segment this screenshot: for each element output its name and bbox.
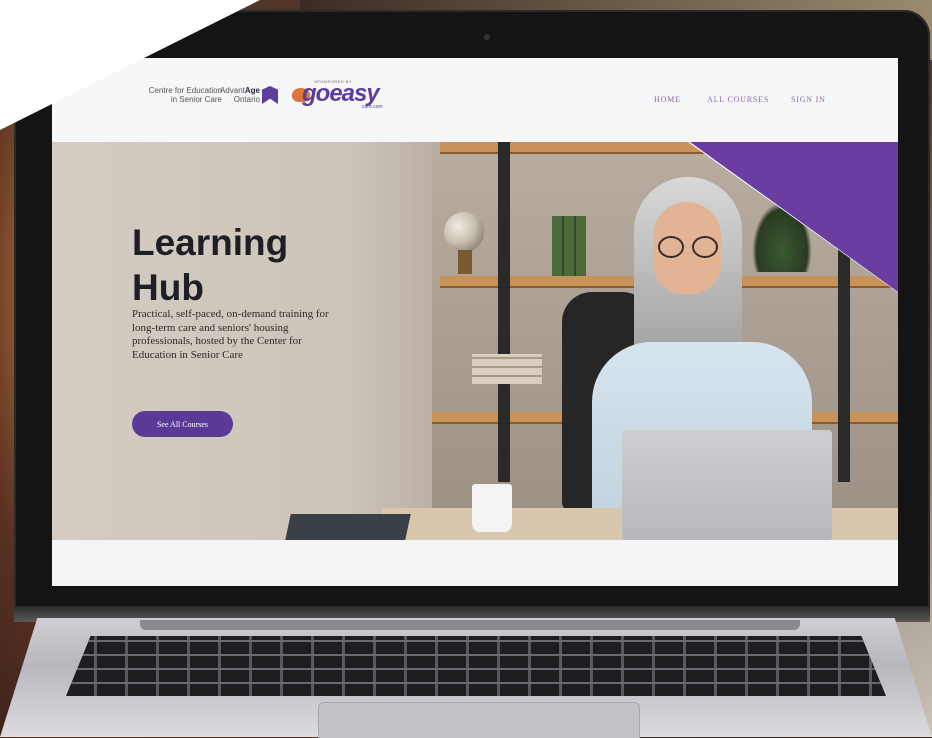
keyboard-rows [66,636,886,696]
hero-description: Practical, self-paced, on-demand trainin… [132,308,329,361]
advantage-mark-icon [262,86,278,104]
nav-sign-in[interactable]: SIGN IN [791,95,826,104]
laptop-hinge [140,620,800,630]
books-upper [552,216,586,276]
see-all-courses-button[interactable]: See All Courses [132,411,233,437]
webcam-icon [484,34,490,40]
hero-title-line1: Learning [132,222,289,263]
glasses-right [692,236,718,258]
mug [472,484,512,532]
books-lower [472,354,542,384]
notebook [285,514,411,540]
globe-icon [444,212,484,252]
hero-section: Learning Hub Practical, self-paced, on-d… [52,142,898,540]
nav-all-courses[interactable]: ALL COURSES [707,95,769,104]
page-below-hero [52,540,898,586]
photo-laptop [622,430,832,540]
trackpad [318,702,640,738]
laptop-screen: Centre for Education in Senior Care Adva… [52,58,898,586]
hero-title-line2: Hub [132,267,204,308]
globe-stand [458,250,472,274]
shelf-post-left [498,142,510,482]
hero-title: Learning Hub [132,220,352,310]
nav-home[interactable]: HOME [654,95,681,104]
glasses-left [658,236,684,258]
sponsor-sub: care.com [362,104,383,110]
corner-graphic [0,0,260,130]
